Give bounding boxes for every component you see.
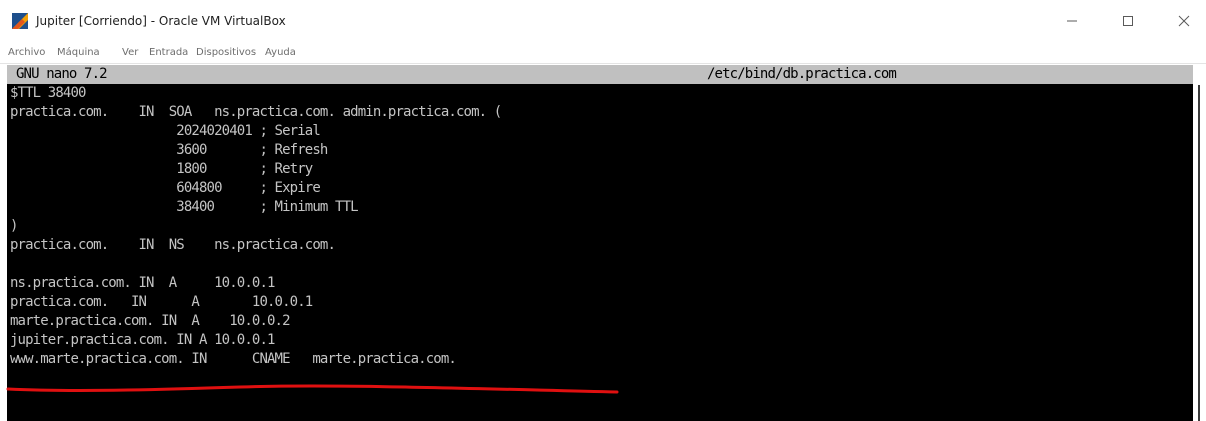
file-line: 2024020401 ; Serial <box>10 123 321 139</box>
close-icon <box>1178 15 1190 27</box>
nano-file-path: /etc/bind/db.practica.com <box>707 66 897 82</box>
menu-maquina[interactable]: Máquina <box>57 47 100 58</box>
file-line: ) <box>10 218 18 234</box>
title-bar: Jupiter [Corriendo] - Oracle VM VirtualB… <box>0 0 1206 43</box>
window-title: Jupiter [Corriendo] - Oracle VM VirtualB… <box>36 14 286 28</box>
file-line: 3600 ; Refresh <box>10 142 328 158</box>
file-line: 604800 ; Expire <box>10 180 321 196</box>
file-line: practica.com. IN SOA ns.practica.com. ad… <box>10 104 502 120</box>
maximize-button[interactable] <box>1108 8 1148 34</box>
menu-entrada[interactable]: Entrada <box>149 47 188 58</box>
file-line: practica.com. IN A 10.0.0.1 <box>10 294 313 310</box>
virtualbox-icon <box>12 13 28 29</box>
vm-scrollbar[interactable] <box>1193 65 1206 421</box>
file-line: 38400 ; Minimum TTL <box>10 199 358 215</box>
menu-archivo[interactable]: Archivo <box>8 47 45 58</box>
close-button[interactable] <box>1164 8 1204 34</box>
file-line: jupiter.practica.com. IN A 10.0.0.1 <box>10 332 275 348</box>
menu-bar: Archivo Máquina Ver Entrada Dispositivos… <box>0 43 1206 64</box>
minimize-icon <box>1067 20 1077 22</box>
nano-version: GNU nano 7.2 <box>16 66 108 82</box>
scrollbar-thumb[interactable] <box>1198 85 1200 421</box>
file-line-cname: www.marte.practica.com. IN CNAME marte.p… <box>10 351 457 367</box>
file-line: marte.practica.com. IN A 10.0.0.2 <box>10 313 291 329</box>
menu-ayuda[interactable]: Ayuda <box>265 47 296 58</box>
file-line: practica.com. IN NS ns.practica.com. <box>10 237 336 253</box>
file-line: 1800 ; Retry <box>10 161 313 177</box>
menu-dispositivos[interactable]: Dispositivos <box>196 47 256 58</box>
vm-screen[interactable]: GNU nano 7.2 /etc/bind/db.practica.com $… <box>7 65 1193 421</box>
maximize-icon <box>1123 16 1133 26</box>
file-line: $TTL 38400 <box>10 85 86 101</box>
minimize-button[interactable] <box>1052 8 1092 34</box>
menu-ver[interactable]: Ver <box>122 47 138 58</box>
nano-header: GNU nano 7.2 /etc/bind/db.practica.com <box>7 65 1193 84</box>
file-line: ns.practica.com. IN A 10.0.0.1 <box>10 275 275 291</box>
